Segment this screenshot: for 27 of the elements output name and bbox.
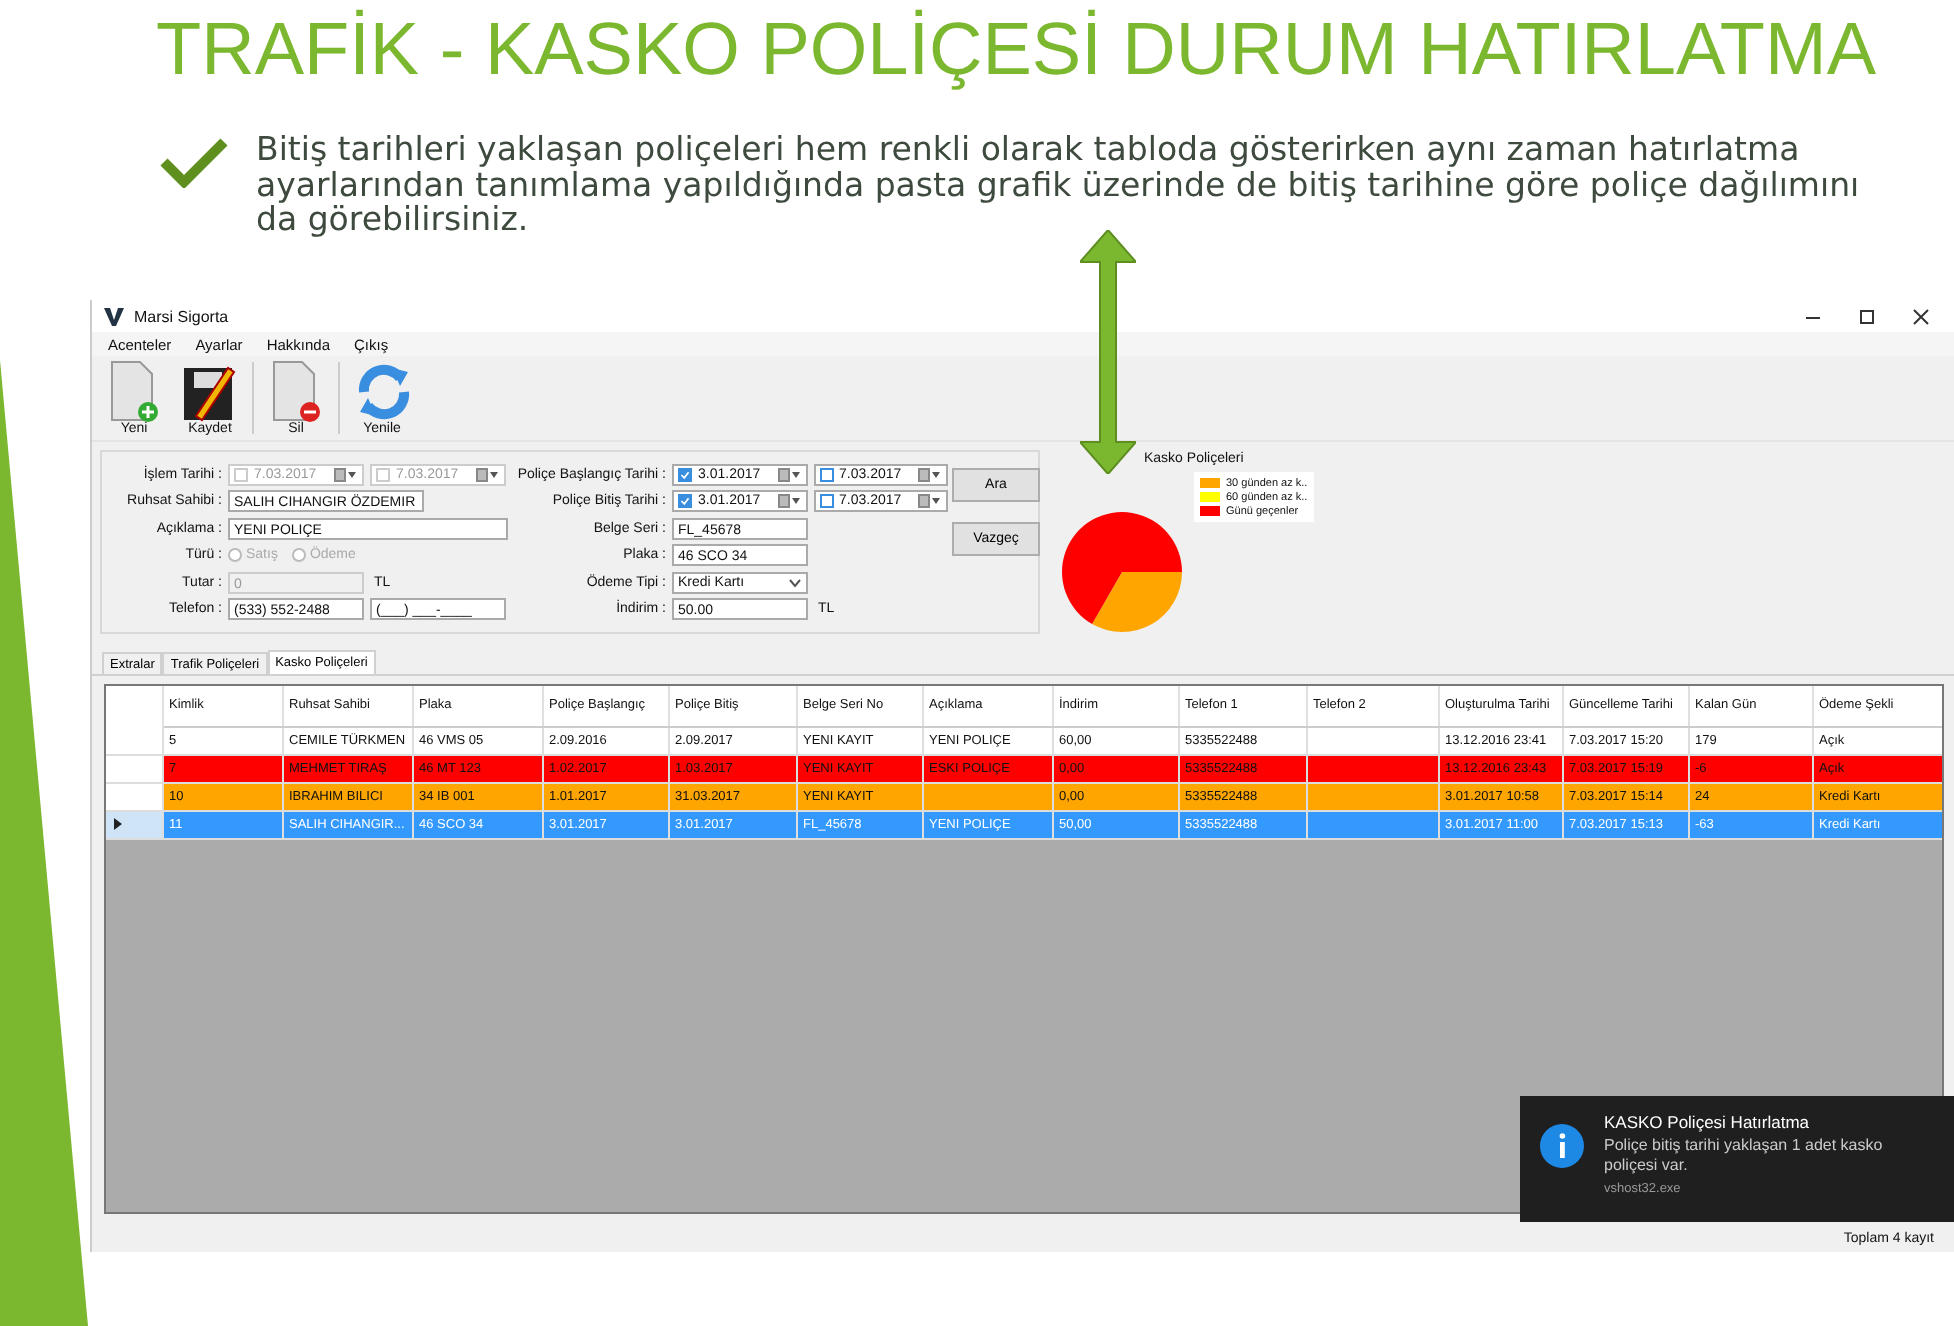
- chevron-down-icon: [788, 577, 802, 587]
- legend-swatch: [1200, 506, 1220, 516]
- checkbox[interactable]: [678, 467, 692, 481]
- legend-swatch: [1200, 478, 1220, 488]
- row-header[interactable]: [106, 810, 162, 838]
- notification-title: KASKO Poliçesi Hatırlatma: [1604, 1112, 1812, 1132]
- checkbox[interactable]: [819, 467, 833, 481]
- maximize-icon: [1858, 307, 1876, 325]
- calendar-caret-icon: [918, 494, 942, 508]
- close-icon: [1912, 307, 1930, 325]
- calendar-caret-icon: [476, 467, 500, 481]
- calendar-caret-icon: [777, 494, 801, 508]
- checkbox[interactable]: [678, 494, 692, 508]
- calendar-caret-icon: [918, 467, 942, 481]
- legend-swatch: [1200, 492, 1220, 502]
- double-arrow-icon: [1080, 230, 1136, 474]
- notification-message: Poliçe bitiş tarihi yaklaşan 1 adet kasko poliçesi var.: [1604, 1136, 1885, 1176]
- slide-title: TRAFİK - KASKO POLİÇESİ DURUM HATIRLATMA: [154, 6, 1879, 94]
- bullet-text: Bitiş tarihleri yaklaşan poliçeleri hem renkli olarak tabloda gösterirken aynı zaman hatırlatma ayarlarından tanımlama yapıldığında pasta grafik üzerinde de bitiş tarihine göre poliçe dağılımını da görebilirsiniz.: [256, 132, 1862, 237]
- calendar-caret-icon: [334, 467, 358, 481]
- check-icon: [160, 136, 228, 188]
- current-row-icon: [114, 817, 122, 829]
- calendar-caret-icon: [777, 467, 801, 481]
- window-title: Marsi Sigorta: [134, 307, 229, 325]
- info-icon: [1540, 1124, 1584, 1168]
- checkbox[interactable]: [819, 494, 833, 508]
- logo-icon: [104, 307, 124, 325]
